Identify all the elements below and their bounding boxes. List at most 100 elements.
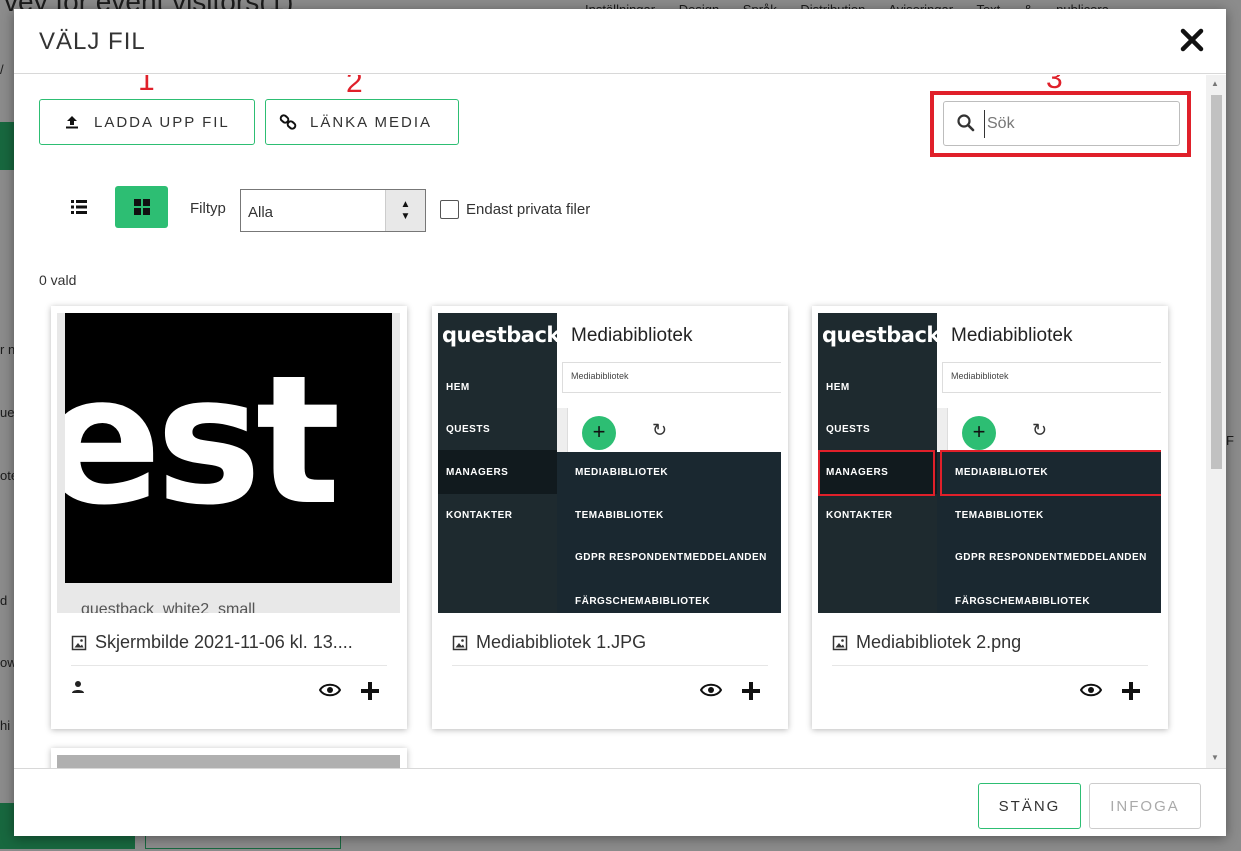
file-thumbnail: questback HEM QUESTS MANAGERS KONTAKTER … — [818, 313, 1161, 613]
thumbnail-title: Mediabibliotek — [951, 325, 1073, 346]
preview-eye-icon[interactable] — [319, 682, 341, 698]
thumbnail-submenu-item: GDPR RESPONDENTMEDDELANDEN — [575, 552, 767, 563]
thumbnail-logo-text: est — [65, 337, 341, 544]
file-name-text: Mediabibliotek 1.JPG — [476, 632, 647, 652]
preview-eye-icon[interactable] — [1080, 682, 1102, 698]
annotation-number: 1 — [138, 75, 155, 97]
thumbnail-caption: questback_white2_small — [81, 601, 256, 613]
preview-eye-icon[interactable] — [700, 682, 722, 698]
file-name: Mediabibliotek 2.png — [832, 632, 1152, 653]
close-icon — [1180, 28, 1204, 52]
file-card[interactable] — [51, 748, 407, 768]
list-view-icon — [71, 200, 87, 214]
thumbnail-nav-item: KONTAKTER — [826, 510, 893, 521]
add-plus-icon[interactable] — [740, 680, 762, 702]
thumbnail-breadcrumb-box: Mediabibliotek — [562, 362, 781, 393]
thumbnail-strip — [557, 408, 567, 452]
dialog-body: 1 2 3 LADDA UPP FIL LÄNKA MEDIA Filtyp — [14, 75, 1226, 768]
thumbnail-panel: + ↻ — [947, 408, 1161, 452]
file-thumbnail: est questback_white2_small — [57, 313, 400, 613]
thumbnail-nav-item: HEM — [826, 382, 850, 393]
dialog-footer: STÄNG INFOGA — [14, 768, 1226, 836]
upload-file-button[interactable]: LADDA UPP FIL — [39, 99, 255, 145]
thumbnail-image: est — [65, 313, 392, 583]
thumbnail-add-icon: + — [582, 416, 616, 450]
thumbnail-logo: questback — [822, 323, 940, 347]
upload-file-label: LADDA UPP FIL — [94, 113, 230, 131]
thumbnail-refresh-icon: ↻ — [1032, 420, 1048, 440]
file-name-text: Mediabibliotek 2.png — [856, 632, 1022, 652]
private-files-label: Endast privata filer — [466, 201, 591, 218]
file-name: Skjermbilde 2021-11-06 kl. 13.... — [71, 632, 391, 653]
file-name: Mediabibliotek 1.JPG — [452, 632, 772, 653]
grid-view-icon — [133, 199, 150, 215]
thumbnail-highlight-box — [940, 450, 1161, 496]
scroll-down-icon[interactable]: ▼ — [1211, 753, 1219, 762]
link-media-button[interactable]: LÄNKA MEDIA — [265, 99, 459, 145]
thumbnail-nav-item: MANAGERS — [446, 467, 509, 478]
file-card[interactable]: est questback_white2_small Skjermbilde 2… — [51, 306, 407, 729]
add-plus-icon[interactable] — [1120, 680, 1142, 702]
search-box — [943, 101, 1180, 146]
insert-button[interactable]: INFOGA — [1089, 783, 1201, 829]
thumbnail-screenshot: questback HEM QUESTS MANAGERS KONTAKTER … — [818, 313, 1161, 613]
thumbnail-refresh-icon: ↻ — [652, 420, 668, 440]
thumbnail-add-icon: + — [962, 416, 996, 450]
scrollbar[interactable]: ▲ ▼ — [1206, 75, 1226, 768]
thumbnail-strip — [937, 408, 947, 452]
thumbnail-frame: est questback_white2_small — [57, 313, 400, 613]
link-media-label: LÄNKA MEDIA — [310, 113, 433, 131]
card-divider — [452, 665, 768, 666]
image-file-icon — [71, 635, 87, 650]
user-icon — [72, 681, 84, 693]
image-file-icon — [452, 635, 468, 650]
thumbnail-logo: questback — [442, 323, 560, 347]
card-divider — [832, 665, 1148, 666]
file-card[interactable]: questback HEM QUESTS MANAGERS KONTAKTER … — [812, 306, 1168, 729]
thumbnail-submenu-item: FÄRGSCHEMABIBLIOTEK — [955, 596, 1091, 607]
link-icon — [278, 112, 298, 132]
list-view-button[interactable] — [61, 186, 97, 228]
dialog-header: VÄLJ FIL — [14, 9, 1226, 74]
thumbnail-nav-item: QUESTS — [446, 424, 491, 435]
scrollbar-thumb[interactable] — [1211, 95, 1222, 469]
file-card[interactable]: questback HEM QUESTS MANAGERS KONTAKTER … — [432, 306, 788, 729]
grid-view-button[interactable] — [115, 186, 168, 228]
private-files-checkbox[interactable] — [440, 200, 459, 219]
thumbnail-highlight-box — [818, 450, 935, 496]
search-icon — [957, 114, 975, 132]
thumbnail-submenu-item: TEMABIBLIOTEK — [575, 510, 664, 521]
scroll-up-icon[interactable]: ▲ — [1211, 79, 1219, 88]
select-arrows-icon: ▲ ▼ — [385, 190, 425, 231]
thumbnail-main: Mediabibliotek Mediabibliotek — [937, 313, 1161, 408]
filetype-value: Alla — [248, 204, 274, 221]
thumbnail-title: Mediabibliotek — [571, 325, 693, 346]
file-thumbnail: questback HEM QUESTS MANAGERS KONTAKTER … — [438, 313, 781, 613]
annotation-number: 2 — [346, 75, 363, 99]
thumbnail-main: Mediabibliotek Mediabibliotek — [557, 313, 781, 408]
image-file-icon — [832, 635, 848, 650]
close-button[interactable] — [1177, 25, 1207, 55]
card-divider — [71, 665, 387, 666]
dialog-title: VÄLJ FIL — [39, 28, 146, 55]
upload-icon — [62, 112, 82, 132]
thumbnail-screenshot: questback HEM QUESTS MANAGERS KONTAKTER … — [438, 313, 781, 613]
search-input[interactable] — [984, 110, 1169, 138]
select-file-dialog: VÄLJ FIL 1 2 3 LADDA UPP FIL LÄNKA MEDIA — [14, 9, 1226, 836]
thumbnail-submenu-item: MEDIABIBLIOTEK — [575, 467, 669, 478]
thumbnail-breadcrumb-box: Mediabibliotek — [942, 362, 1161, 393]
thumbnail-submenu-item: FÄRGSCHEMABIBLIOTEK — [575, 596, 711, 607]
thumbnail-panel: + ↻ — [567, 408, 781, 452]
thumbnail-breadcrumb: Mediabibliotek — [951, 371, 1009, 381]
thumbnail-nav-item: QUESTS — [826, 424, 871, 435]
filetype-label: Filtyp — [190, 200, 226, 217]
file-thumbnail — [57, 755, 400, 768]
file-name-text: Skjermbilde 2021-11-06 kl. 13.... — [95, 632, 353, 652]
thumbnail-submenu-item: TEMABIBLIOTEK — [955, 510, 1044, 521]
filetype-select[interactable]: Alla ▲ ▼ — [240, 189, 426, 232]
add-plus-icon[interactable] — [359, 680, 381, 702]
selected-count: 0 vald — [39, 272, 77, 288]
thumbnail-nav-item: KONTAKTER — [446, 510, 513, 521]
thumbnail-submenu: MEDIABIBLIOTEK TEMABIBLIOTEK GDPR RESPON… — [557, 452, 781, 613]
close-dialog-button[interactable]: STÄNG — [978, 783, 1081, 829]
